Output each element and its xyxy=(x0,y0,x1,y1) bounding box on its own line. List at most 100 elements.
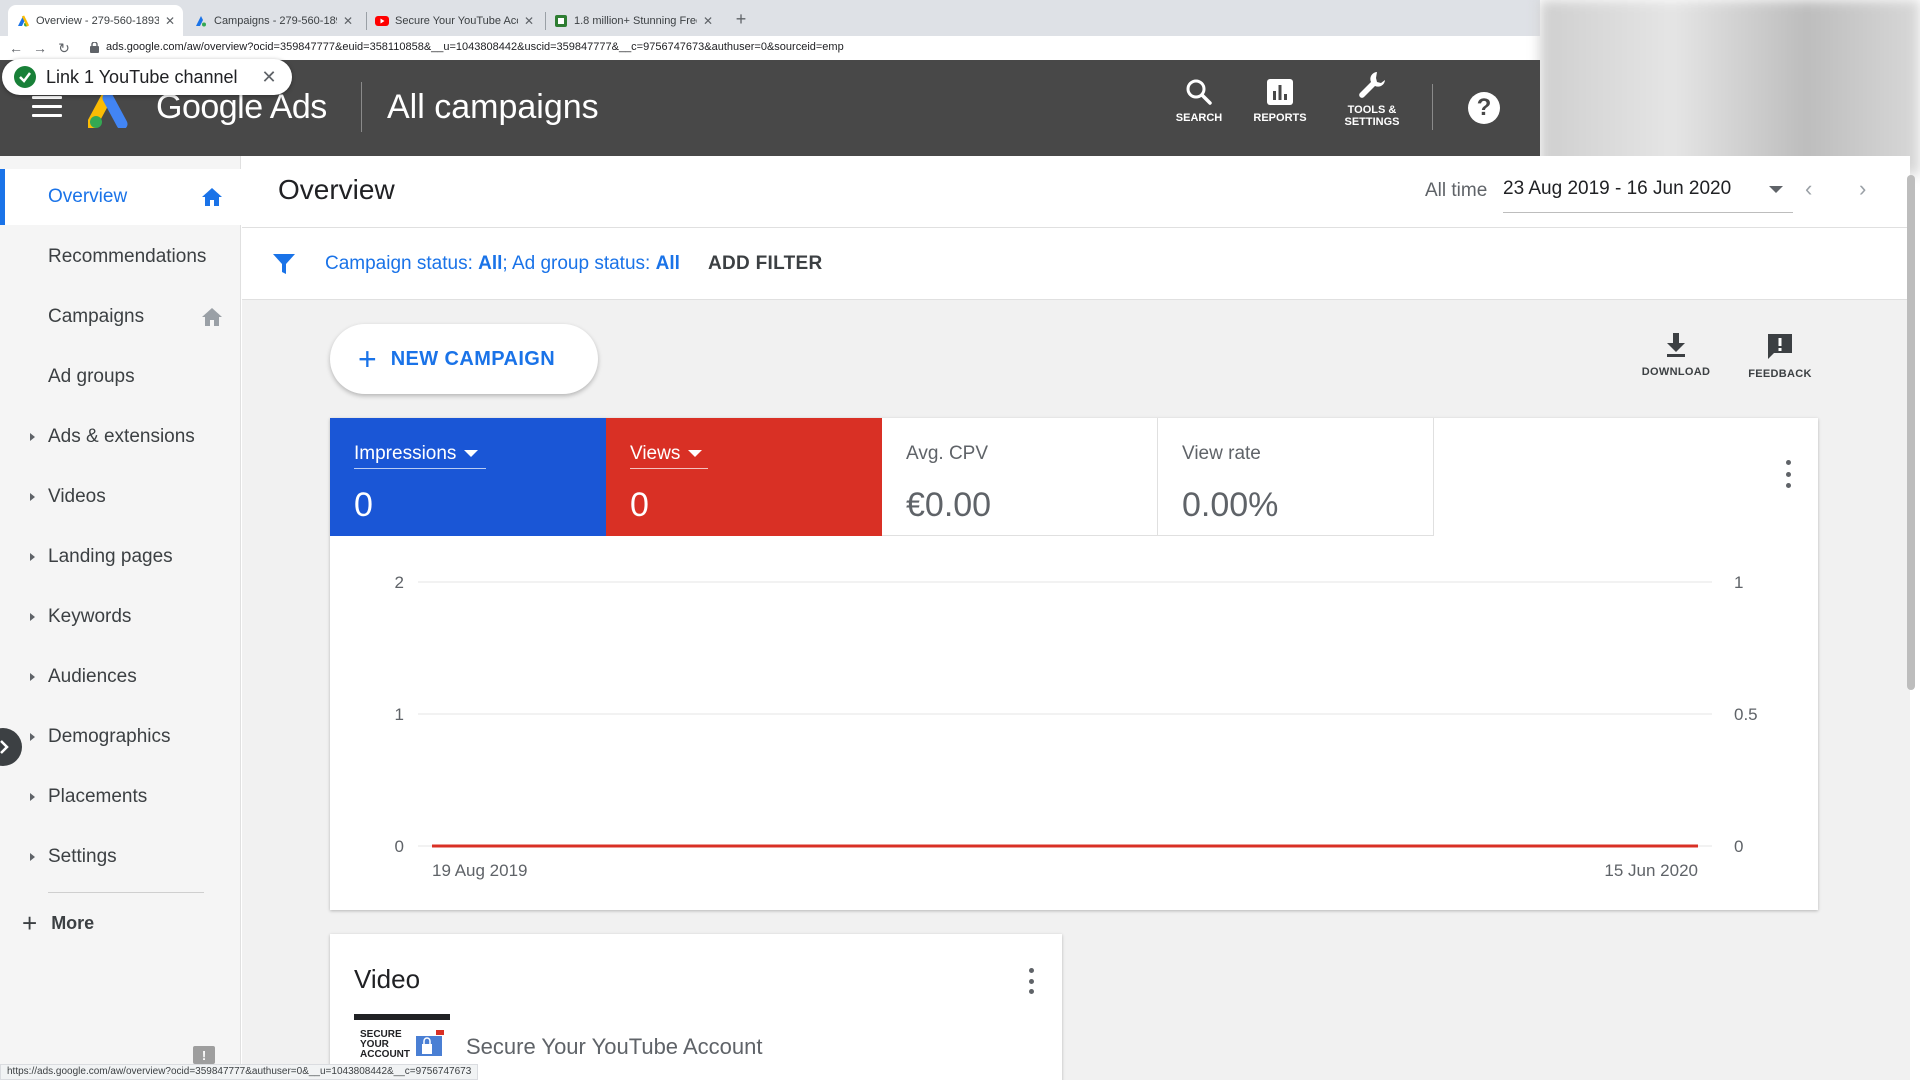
help-icon[interactable]: ? xyxy=(1468,92,1500,124)
sidebar-item-landing-pages[interactable]: Landing pages xyxy=(0,529,241,585)
video-name[interactable]: Secure Your YouTube Account xyxy=(466,1034,762,1060)
right-axis-tick-label: 1 xyxy=(1734,573,1743,592)
filter-icon[interactable] xyxy=(272,252,296,276)
new-tab-button[interactable]: + xyxy=(731,9,751,29)
back-arrow-icon[interactable]: ← xyxy=(6,38,26,58)
chevron-left-icon[interactable]: ‹ xyxy=(1805,176,1812,202)
video-card-title: Video xyxy=(354,964,421,994)
reports-icon xyxy=(1267,79,1293,105)
tools-settings-label: TOOLS & SETTINGS xyxy=(1344,104,1400,128)
more-vert-icon[interactable] xyxy=(1029,968,1035,994)
filter-separator: ; xyxy=(502,253,512,274)
left-axis-tick-label: 1 xyxy=(395,705,404,724)
tab-close-icon[interactable]: ✕ xyxy=(524,14,534,28)
metric-avg-cpv[interactable]: Avg. CPV €0.00 xyxy=(882,418,1158,536)
tab-close-icon[interactable]: ✕ xyxy=(165,14,175,28)
metric-value: 0 xyxy=(630,486,649,524)
more-label: More xyxy=(51,912,95,933)
toast-close-icon[interactable]: ✕ xyxy=(262,67,277,88)
ad-group-status-label: Ad group status: xyxy=(511,253,656,274)
lock-illustration-icon xyxy=(416,1030,444,1056)
sidebar-item-overview[interactable]: Overview xyxy=(0,169,241,225)
sidebar-item-label: Videos xyxy=(48,486,106,507)
tools-settings-button[interactable]: TOOLS & SETTINGS xyxy=(1327,70,1417,128)
address-bar: ← → ↻ ads.google.com/aw/overview?ocid=35… xyxy=(0,36,1540,60)
browser-tab[interactable]: 1.8 million+ Stunning Free Ima ✕ xyxy=(546,5,721,36)
sidebar-item-label: Ad groups xyxy=(48,366,135,387)
sidebar-item-label: Keywords xyxy=(48,606,132,627)
sidebar-item-audiences[interactable]: Audiences xyxy=(0,649,241,705)
date-range-selector[interactable]: 23 Aug 2019 - 16 Jun 2020 xyxy=(1503,178,1731,200)
expand-caret-icon xyxy=(30,733,35,741)
sidebar-item-ads-extensions[interactable]: Ads & extensions xyxy=(0,409,241,465)
menu-icon[interactable] xyxy=(32,96,62,118)
video-card: Video SECURE YOUR ACCOUNT Secure Your Yo… xyxy=(330,934,1062,1080)
metric-underline xyxy=(354,468,486,469)
browser-tab-label: Secure Your YouTube Account xyxy=(395,14,518,27)
more-vert-icon[interactable] xyxy=(1786,460,1792,488)
screen: Overview - 279-560-1893 - G ✕ Campaigns … xyxy=(0,0,1920,1080)
header-divider xyxy=(361,82,362,132)
browser-status-url: https://ads.google.com/aw/overview?ocid=… xyxy=(0,1064,479,1080)
chevron-right-icon[interactable]: › xyxy=(1859,176,1866,202)
google-ads-logo-icon xyxy=(88,94,128,128)
google-ads-favicon-icon xyxy=(194,14,208,28)
metric-view-rate[interactable]: View rate 0.00% xyxy=(1158,418,1434,536)
metric-value: 0.00% xyxy=(1182,486,1279,524)
home-icon xyxy=(202,188,222,206)
metric-name: Avg. CPV xyxy=(906,443,989,464)
browser-tab[interactable]: Overview - 279-560-1893 - G ✕ xyxy=(8,5,183,36)
sidebar-item-recommendations[interactable]: Recommendations xyxy=(0,229,241,285)
metric-name[interactable]: Views xyxy=(630,443,703,465)
sidebar-item-demographics[interactable]: Demographics xyxy=(0,709,241,765)
reports-tool-button[interactable]: REPORTS xyxy=(1235,78,1325,124)
youtube-link-toast: Link 1 YouTube channel ✕ xyxy=(2,59,292,95)
metric-name[interactable]: Impressions xyxy=(354,443,479,465)
filter-summary[interactable]: Campaign status: All; Ad group status: A… xyxy=(325,253,680,275)
left-axis-tick-label: 0 xyxy=(395,837,404,856)
check-icon xyxy=(14,66,36,88)
sidebar-item-settings[interactable]: Settings xyxy=(0,829,241,885)
tab-close-icon[interactable]: ✕ xyxy=(343,14,353,28)
browser-tab[interactable]: Secure Your YouTube Account ✕ xyxy=(367,5,542,36)
expand-caret-icon xyxy=(30,613,35,621)
tab-close-icon[interactable]: ✕ xyxy=(703,14,713,28)
browser-tab[interactable]: Campaigns - 279-560-1893 - ✕ xyxy=(186,5,361,36)
search-tool-label: SEARCH xyxy=(1175,112,1223,124)
date-range-underline xyxy=(1503,212,1793,213)
sidebar-item-placements[interactable]: Placements xyxy=(0,769,241,825)
sidebar-item-videos[interactable]: Videos xyxy=(0,469,241,525)
sidebar-item-ad-groups[interactable]: Ad groups xyxy=(0,349,241,405)
feedback-small-icon[interactable]: ! xyxy=(193,1046,215,1064)
sidebar-item-label: Settings xyxy=(48,846,117,867)
thumbnail-text: SECURE YOUR ACCOUNT xyxy=(360,1029,410,1060)
new-campaign-button[interactable]: + NEW CAMPAIGN xyxy=(330,324,598,394)
url-text[interactable]: ads.google.com/aw/overview?ocid=35984777… xyxy=(106,41,844,53)
browser-tab-strip: Overview - 279-560-1893 - G ✕ Campaigns … xyxy=(0,0,1540,36)
search-tool-button[interactable]: SEARCH xyxy=(1154,78,1244,124)
metric-views[interactable]: Views 0 xyxy=(606,418,882,536)
metric-impressions[interactable]: Impressions 0 xyxy=(330,418,606,536)
forward-arrow-icon[interactable]: → xyxy=(30,38,50,58)
dropdown-caret-icon[interactable] xyxy=(1769,186,1783,193)
feedback-button[interactable]: FEEDBACK xyxy=(1735,332,1825,380)
lock-icon xyxy=(90,42,99,53)
main-content: Overview All time 23 Aug 2019 - 16 Jun 2… xyxy=(242,156,1910,1080)
youtube-favicon-icon xyxy=(375,14,389,28)
sidebar-item-keywords[interactable]: Keywords xyxy=(0,589,241,645)
browser-tab-label: Overview - 279-560-1893 - G xyxy=(36,14,159,27)
sidebar-more-button[interactable]: + More xyxy=(22,910,94,936)
sidebar-item-label: Landing pages xyxy=(48,546,173,567)
add-filter-button[interactable]: ADD FILTER xyxy=(708,253,823,275)
ad-group-status-value: All xyxy=(655,253,680,274)
reload-icon[interactable]: ↻ xyxy=(54,38,74,58)
download-button[interactable]: DOWNLOAD xyxy=(1631,332,1721,378)
sidebar-item-label: Demographics xyxy=(48,726,171,747)
expand-caret-icon xyxy=(30,433,35,441)
sidebar-item-campaigns[interactable]: Campaigns xyxy=(0,289,241,345)
plus-icon: + xyxy=(358,341,377,377)
home-icon xyxy=(202,308,222,326)
page-scrollbar[interactable] xyxy=(1907,175,1915,690)
filter-bar: Campaign status: All; Ad group status: A… xyxy=(242,228,1910,300)
metric-underline xyxy=(630,468,708,469)
